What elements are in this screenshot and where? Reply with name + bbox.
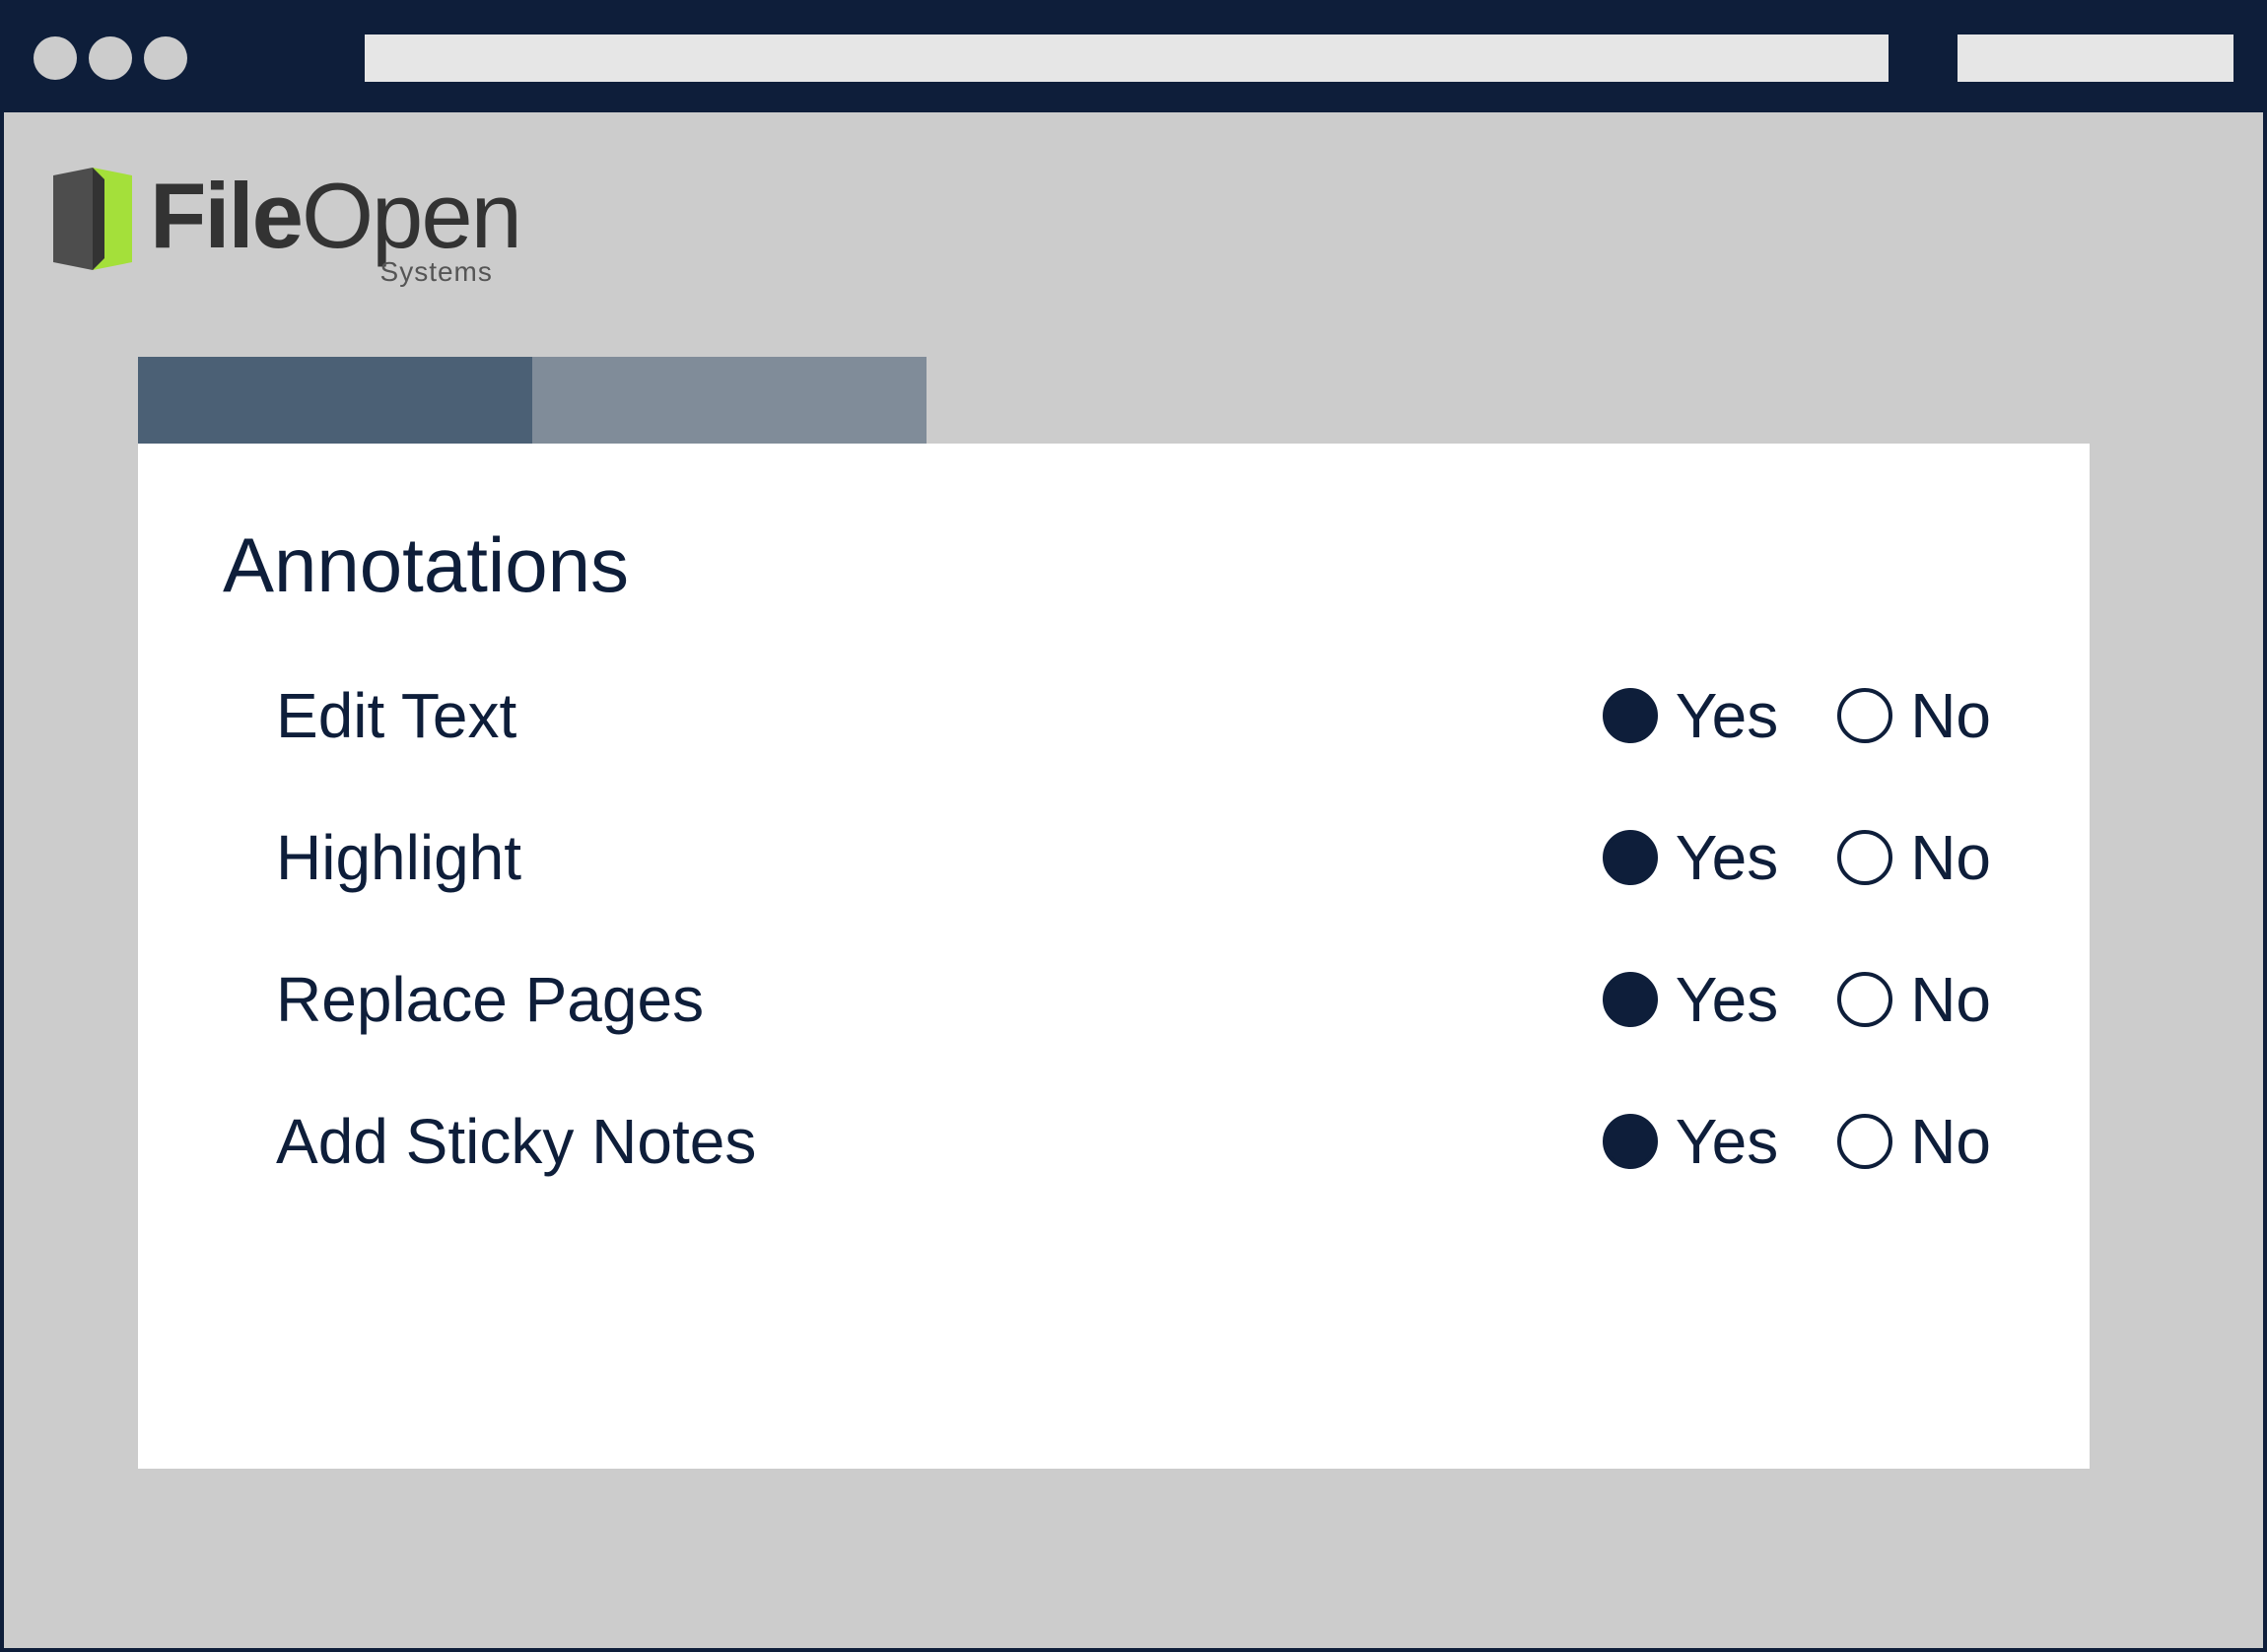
logo-mark-icon: [53, 168, 132, 276]
logo-bold-text: File: [150, 164, 302, 267]
logo: FileOpen Systems: [53, 168, 2214, 288]
window-controls: [34, 36, 187, 80]
window-button-minimize[interactable]: [89, 36, 132, 80]
option-label: Edit Text: [276, 679, 1603, 752]
settings-card: Annotations Edit Text Yes No: [138, 444, 2090, 1469]
radio-no-label: No: [1910, 963, 1991, 1036]
card-wrapper: Annotations Edit Text Yes No: [138, 357, 2090, 1469]
radio-no-label: No: [1910, 679, 1991, 752]
window-button-maximize[interactable]: [144, 36, 187, 80]
radio-yes-label: Yes: [1676, 821, 1778, 894]
radio-icon: [1837, 830, 1892, 885]
radio-group: Yes No: [1603, 679, 1991, 752]
option-row-highlight: Highlight Yes No: [276, 821, 1991, 894]
option-row-replace-pages: Replace Pages Yes No: [276, 963, 1991, 1036]
radio-group: Yes No: [1603, 963, 1991, 1036]
radio-no[interactable]: No: [1837, 963, 1991, 1036]
browser-window: FileOpen Systems Annotations Edit Text: [0, 0, 2267, 1652]
radio-group: Yes No: [1603, 1105, 1991, 1178]
radio-yes-label: Yes: [1676, 1105, 1778, 1178]
radio-yes-label: Yes: [1676, 963, 1778, 1036]
window-button-close[interactable]: [34, 36, 77, 80]
radio-no-label: No: [1910, 821, 1991, 894]
radio-icon: [1603, 830, 1658, 885]
option-row-sticky-notes: Add Sticky Notes Yes No: [276, 1105, 1991, 1178]
title-bar: [4, 4, 2263, 112]
tabs: [138, 357, 2090, 444]
content-area: FileOpen Systems Annotations Edit Text: [4, 112, 2263, 1648]
radio-icon: [1603, 972, 1658, 1027]
address-bar[interactable]: [365, 34, 1889, 82]
tab-inactive[interactable]: [532, 357, 927, 444]
secondary-bar[interactable]: [1958, 34, 2233, 82]
option-label: Highlight: [276, 821, 1603, 894]
radio-no[interactable]: No: [1837, 821, 1991, 894]
logo-subtitle: Systems: [380, 256, 493, 288]
option-label: Add Sticky Notes: [276, 1105, 1603, 1178]
radio-no[interactable]: No: [1837, 679, 1991, 752]
card-title: Annotations: [223, 520, 1991, 610]
options-list: Edit Text Yes No: [276, 679, 1991, 1178]
logo-light-text: Open: [302, 164, 520, 267]
radio-icon: [1837, 688, 1892, 743]
radio-no[interactable]: No: [1837, 1105, 1991, 1178]
option-row-edit-text: Edit Text Yes No: [276, 679, 1991, 752]
logo-main-text: FileOpen: [150, 170, 520, 262]
radio-yes[interactable]: Yes: [1603, 679, 1778, 752]
radio-icon: [1837, 972, 1892, 1027]
radio-icon: [1837, 1114, 1892, 1169]
radio-yes-label: Yes: [1676, 679, 1778, 752]
radio-yes[interactable]: Yes: [1603, 963, 1778, 1036]
radio-icon: [1603, 1114, 1658, 1169]
radio-group: Yes No: [1603, 821, 1991, 894]
radio-yes[interactable]: Yes: [1603, 1105, 1778, 1178]
radio-yes[interactable]: Yes: [1603, 821, 1778, 894]
logo-text: FileOpen Systems: [150, 170, 520, 288]
radio-icon: [1603, 688, 1658, 743]
radio-no-label: No: [1910, 1105, 1991, 1178]
tab-active[interactable]: [138, 357, 532, 444]
option-label: Replace Pages: [276, 963, 1603, 1036]
